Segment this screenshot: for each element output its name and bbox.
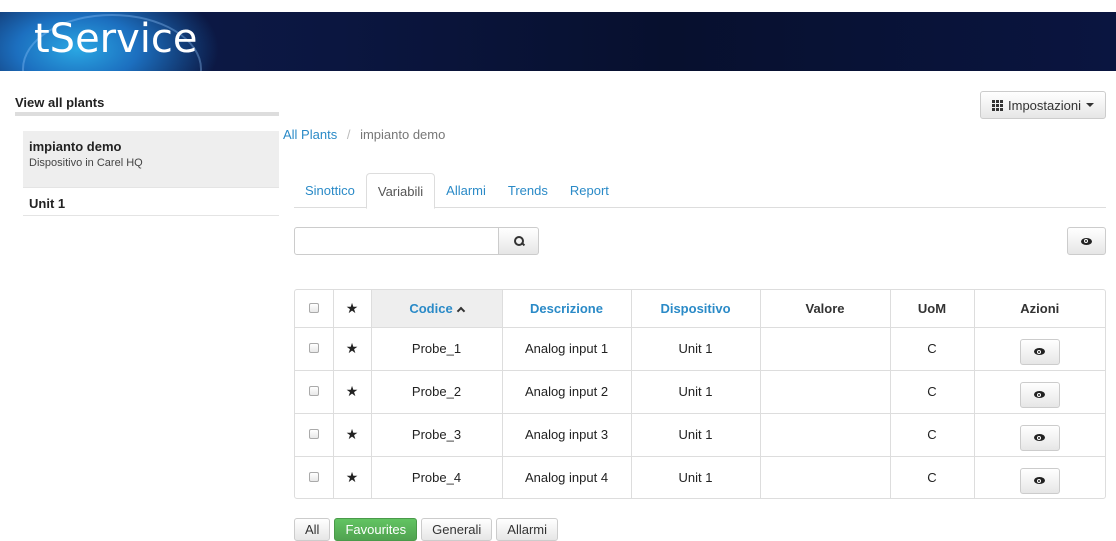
tab-allarmi[interactable]: Allarmi [435, 173, 497, 208]
row-device: Unit 1 [630, 326, 760, 370]
eye-icon [1034, 348, 1046, 355]
tab-variabili[interactable]: Variabili [365, 173, 436, 209]
breadcrumb: All Plants / impianto demo [283, 127, 445, 142]
row-checkbox[interactable] [308, 429, 319, 439]
row-uom: C [889, 369, 974, 413]
row-actions [973, 412, 1105, 456]
row-code: Probe_4 [370, 455, 502, 498]
row-actions [973, 369, 1105, 413]
star-icon[interactable]: ★ [346, 383, 359, 399]
table-header-row: ★ Codice Descrizione Dispositivo Valore … [295, 290, 1105, 327]
row-code: Probe_3 [370, 412, 502, 456]
header-valore: Valore [759, 290, 890, 327]
row-star-cell[interactable]: ★ [332, 369, 371, 413]
row-select-cell[interactable] [295, 455, 333, 498]
caret-down-icon [1085, 103, 1094, 107]
search-icon [513, 236, 524, 246]
eye-icon [1081, 237, 1092, 245]
settings-dropdown-button[interactable]: Impostazioni [980, 91, 1106, 119]
row-select-cell[interactable] [295, 326, 333, 370]
view-button[interactable] [1019, 467, 1060, 494]
view-button[interactable] [1019, 424, 1060, 451]
sidebar-title[interactable]: View all plants [15, 88, 279, 116]
row-device: Unit 1 [630, 455, 760, 498]
row-code: Probe_2 [370, 369, 502, 413]
filter-generali-button[interactable]: Generali [421, 518, 493, 541]
row-device: Unit 1 [630, 369, 760, 413]
star-icon[interactable]: ★ [346, 469, 359, 485]
settings-label: Impostazioni [1008, 97, 1081, 113]
table-row: ★ Probe_1 Analog input 1 Unit 1 C [295, 326, 1105, 370]
plant-description: Dispositivo in Carel HQ [29, 157, 143, 169]
row-checkbox[interactable] [308, 472, 319, 483]
sort-up-icon [456, 306, 465, 315]
filter-all-button[interactable]: All [294, 518, 331, 541]
tab-trends[interactable]: Trends [497, 173, 559, 208]
app-logo[interactable]: tService [34, 16, 198, 62]
select-all-checkbox[interactable] [308, 302, 319, 313]
header-azioni: Azioni [973, 290, 1105, 327]
eye-icon [1034, 391, 1046, 398]
row-uom: C [889, 326, 974, 370]
eye-icon [1034, 477, 1046, 485]
header-banner: tService [0, 12, 1116, 71]
star-icon: ★ [345, 299, 359, 316]
filter-favourites-button[interactable]: Favourites [334, 518, 418, 541]
row-description: Analog input 2 [501, 369, 631, 413]
view-button[interactable] [1019, 381, 1060, 408]
row-value [759, 326, 890, 370]
plant-name: impianto demo [29, 139, 122, 154]
header-favourite: ★ [332, 290, 371, 327]
sidebar-item-unit[interactable]: Unit 1 [23, 187, 279, 216]
row-actions [973, 326, 1105, 370]
row-checkbox[interactable] [308, 343, 319, 353]
row-checkbox[interactable] [308, 386, 319, 396]
search-input[interactable] [294, 227, 499, 255]
star-icon[interactable]: ★ [346, 340, 359, 356]
header-dispositivo[interactable]: Dispositivo [630, 290, 760, 327]
breadcrumb-separator: / [346, 127, 351, 142]
row-star-cell[interactable]: ★ [332, 455, 371, 498]
row-actions [973, 455, 1105, 498]
row-device: Unit 1 [630, 412, 760, 456]
search-group [294, 227, 539, 255]
row-value [759, 369, 890, 413]
star-icon[interactable]: ★ [346, 426, 359, 442]
row-uom: C [889, 412, 974, 456]
header-descrizione[interactable]: Descrizione [501, 290, 631, 327]
header-uom: UoM [889, 290, 974, 327]
table-row: ★ Probe_4 Analog input 4 Unit 1 C [295, 455, 1105, 498]
filter-group: All Favourites Generali Allarmi [294, 518, 559, 541]
row-select-cell[interactable] [295, 412, 333, 456]
toggle-visibility-button[interactable] [1067, 227, 1106, 255]
table-row: ★ Probe_3 Analog input 3 Unit 1 C [295, 412, 1105, 456]
row-description: Analog input 1 [501, 326, 631, 370]
row-description: Analog input 4 [501, 455, 631, 498]
row-select-cell[interactable] [295, 369, 333, 413]
variables-table: ★ Codice Descrizione Dispositivo Valore … [294, 289, 1106, 499]
tab-bar: Sinottico Variabili Allarmi Trends Repor… [294, 173, 1106, 209]
grid-icon [992, 99, 1003, 111]
row-value [759, 412, 890, 456]
sidebar: View all plants impianto demo Dispositiv… [15, 88, 279, 216]
row-description: Analog input 3 [501, 412, 631, 456]
breadcrumb-current: impianto demo [360, 127, 446, 142]
header-codice-label: Codice [409, 300, 453, 316]
row-star-cell[interactable]: ★ [332, 412, 371, 456]
tab-sinottico[interactable]: Sinottico [294, 173, 366, 208]
filter-allarmi-button[interactable]: Allarmi [496, 518, 559, 541]
table-row: ★ Probe_2 Analog input 2 Unit 1 C [295, 369, 1105, 413]
header-codice[interactable]: Codice [370, 290, 502, 327]
row-uom: C [889, 455, 974, 498]
tab-report[interactable]: Report [559, 173, 620, 208]
breadcrumb-all-plants[interactable]: All Plants [283, 127, 337, 142]
eye-icon [1034, 434, 1046, 441]
row-code: Probe_1 [370, 326, 502, 370]
search-button[interactable] [499, 227, 539, 255]
row-star-cell[interactable]: ★ [332, 326, 371, 370]
row-value [759, 455, 890, 498]
sidebar-item-plant[interactable]: impianto demo Dispositivo in Carel HQ [23, 131, 279, 187]
header-select-all[interactable] [295, 290, 333, 327]
view-button[interactable] [1019, 338, 1060, 365]
